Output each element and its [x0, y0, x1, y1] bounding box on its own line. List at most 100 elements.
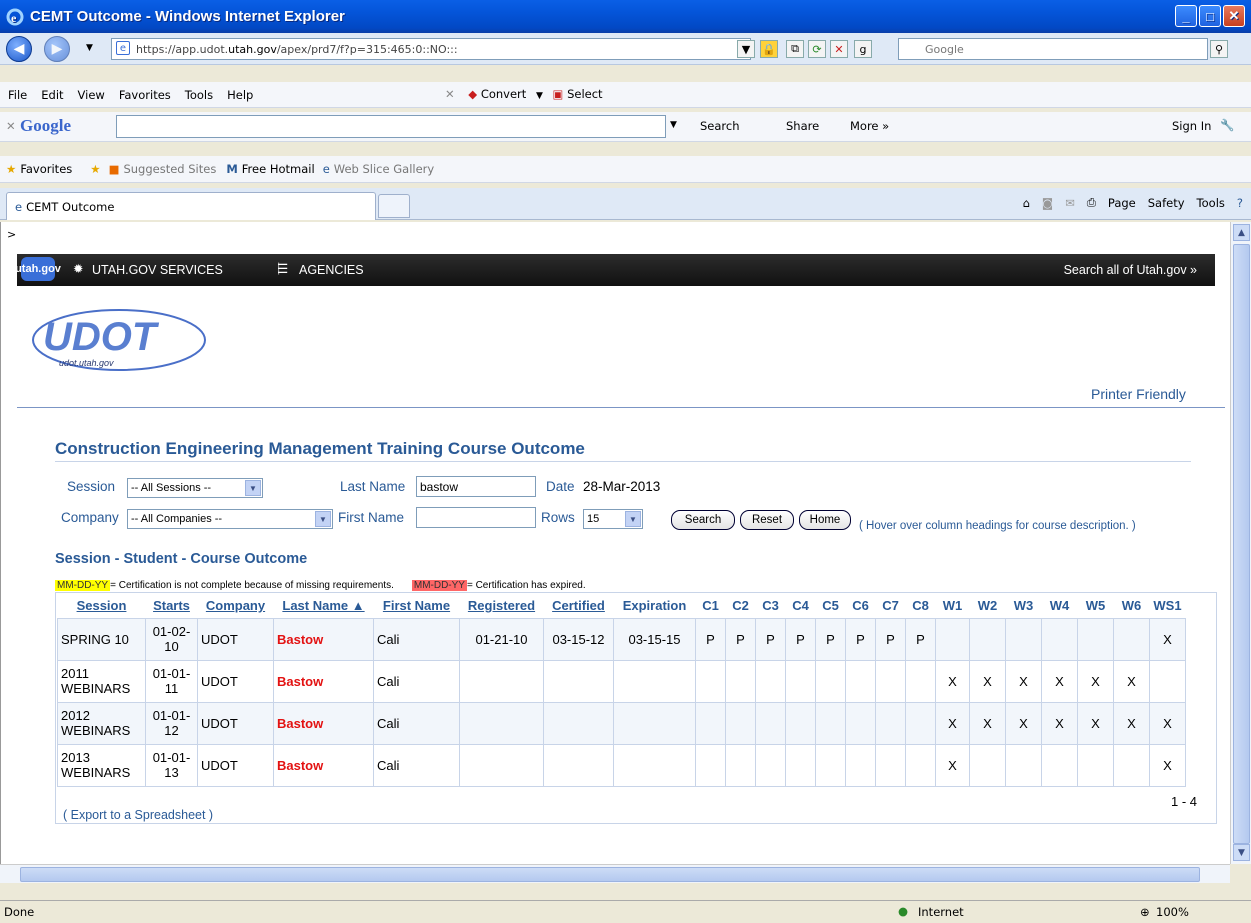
- rows-select[interactable]: 15 ▼: [583, 509, 643, 529]
- menu-tools[interactable]: Tools: [185, 88, 213, 102]
- compat-view-icon[interactable]: ⧉: [786, 40, 804, 58]
- menu-file[interactable]: File: [8, 88, 27, 102]
- legend-incomplete-swatch: MM-DD-YY: [55, 580, 111, 591]
- google-logo: Google: [20, 116, 71, 135]
- home-icon[interactable]: ⌂: [1023, 196, 1030, 210]
- page-menu[interactable]: Page: [1108, 196, 1136, 210]
- table-cell: [613, 701, 696, 745]
- table-cell: [875, 659, 906, 703]
- convert-button[interactable]: Convert: [481, 87, 526, 101]
- convert-dropdown-icon[interactable]: ▼: [536, 91, 543, 101]
- address-bar[interactable]: e https://app.udot. utah.gov/apex/prd7/f?…: [111, 38, 751, 60]
- col-starts[interactable]: Starts: [145, 594, 198, 618]
- scroll-up-icon[interactable]: ▲: [1233, 224, 1250, 241]
- more-button[interactable]: More »: [850, 119, 889, 133]
- utah-gov-logo[interactable]: utah.gov: [15, 257, 61, 281]
- address-dropdown-icon[interactable]: ▼: [737, 40, 755, 58]
- browser-window: e CEMT Outcome - Windows Internet Explor…: [0, 0, 1251, 923]
- select-button[interactable]: Select: [567, 87, 602, 101]
- back-button[interactable]: ◀: [6, 36, 32, 62]
- search-provider-icon[interactable]: g: [854, 40, 872, 58]
- scroll-down-icon[interactable]: ▼: [1233, 844, 1250, 861]
- sign-in-button[interactable]: Sign In: [1172, 119, 1211, 133]
- home-button[interactable]: Home: [799, 510, 851, 530]
- search-all-utah-link[interactable]: Search all of Utah.gov »: [1064, 263, 1197, 277]
- horizontal-scrollbar[interactable]: [0, 864, 1230, 883]
- status-text: Done: [4, 905, 35, 919]
- feeds-icon[interactable]: ◙: [1042, 196, 1053, 210]
- table-cell: P: [905, 617, 936, 661]
- printer-friendly-link[interactable]: Printer Friendly: [1091, 386, 1186, 402]
- col-c1: C1: [695, 594, 726, 618]
- session-select[interactable]: -- All Sessions -- ▼: [127, 478, 263, 498]
- mail-icon[interactable]: ✉: [1065, 196, 1075, 210]
- print-icon[interactable]: ⎙: [1087, 195, 1096, 210]
- horizontal-scroll-thumb[interactable]: [20, 867, 1200, 882]
- table-cell: Bastow: [273, 701, 374, 745]
- col-certified[interactable]: Certified: [543, 594, 614, 618]
- col-first-name[interactable]: First Name: [373, 594, 460, 618]
- first-name-input[interactable]: [416, 507, 536, 528]
- table-cell: [543, 701, 614, 745]
- last-name-input[interactable]: [416, 476, 536, 497]
- utah-gov-services-link[interactable]: UTAH.GOV SERVICES: [92, 263, 223, 277]
- new-tab-button[interactable]: [378, 194, 410, 218]
- help-icon[interactable]: ?: [1237, 196, 1243, 210]
- stop-icon[interactable]: ✕: [830, 40, 848, 58]
- browser-search-input[interactable]: Google: [898, 38, 1208, 60]
- refresh-icon[interactable]: ⟳: [808, 40, 826, 58]
- col-session[interactable]: Session: [57, 594, 146, 618]
- wrench-icon[interactable]: 🔧: [1220, 118, 1234, 132]
- safety-menu[interactable]: Safety: [1148, 196, 1185, 210]
- search-icon[interactable]: ⚲: [1210, 40, 1228, 58]
- menu-view[interactable]: View: [78, 88, 105, 102]
- favorites-button[interactable]: Favorites: [20, 162, 72, 176]
- google-search-button[interactable]: Search: [700, 119, 740, 133]
- security-zone: Internet: [918, 905, 964, 919]
- col-c5: C5: [815, 594, 846, 618]
- table-cell: [1077, 617, 1114, 661]
- search-button[interactable]: Search: [671, 510, 735, 530]
- history-dropdown-icon[interactable]: ▼: [86, 43, 93, 53]
- google-search-input[interactable]: [116, 115, 666, 138]
- minimize-button[interactable]: _: [1175, 5, 1197, 27]
- maximize-button[interactable]: □: [1199, 5, 1221, 27]
- menu-edit[interactable]: Edit: [41, 88, 63, 102]
- google-dropdown-icon[interactable]: ▼: [670, 120, 677, 130]
- table-cell: [1113, 617, 1150, 661]
- menu-favorites[interactable]: Favorites: [119, 88, 171, 102]
- menu-help[interactable]: Help: [227, 88, 253, 102]
- col-last-name[interactable]: Last Name ▲: [273, 594, 374, 618]
- col-expiration: Expiration: [613, 594, 696, 618]
- toolbar-close-icon[interactable]: ✕: [445, 87, 455, 101]
- reset-button[interactable]: Reset: [740, 510, 794, 530]
- address-row: ◀ ▶ ▼ e https://app.udot. utah.gov/apex/p…: [0, 33, 1251, 65]
- agencies-link[interactable]: AGENCIES: [299, 263, 364, 277]
- share-button[interactable]: Share: [786, 119, 819, 133]
- add-favorite-icon[interactable]: ★: [90, 162, 100, 176]
- vertical-scroll-thumb[interactable]: [1233, 244, 1250, 844]
- col-registered[interactable]: Registered: [459, 594, 544, 618]
- table-cell: [785, 743, 816, 787]
- col-ws1: WS1: [1149, 594, 1186, 618]
- zoom-level[interactable]: 100%: [1156, 905, 1189, 919]
- tab-cemt-outcome[interactable]: e CEMT Outcome: [6, 192, 376, 220]
- forward-button[interactable]: ▶: [44, 36, 70, 62]
- vertical-scrollbar[interactable]: ▲ ▼: [1230, 222, 1251, 864]
- export-spreadsheet-link[interactable]: ( Export to a Spreadsheet ): [63, 808, 213, 822]
- udot-logo[interactable]: UDOT udot.utah.gov: [29, 302, 209, 372]
- suggested-sites-link[interactable]: Suggested Sites: [123, 162, 216, 176]
- legend-incomplete-text: = Certification is not complete because …: [110, 580, 394, 591]
- table-cell: [543, 659, 614, 703]
- web-slice-gallery-link[interactable]: Web Slice Gallery: [334, 162, 434, 176]
- company-select[interactable]: -- All Companies -- ▼: [127, 509, 333, 529]
- hotmail-link[interactable]: Free Hotmail: [242, 162, 315, 176]
- tools-menu[interactable]: Tools: [1197, 196, 1225, 210]
- col-company[interactable]: Company: [197, 594, 274, 618]
- google-bar-close-icon[interactable]: ✕: [6, 119, 16, 133]
- close-button[interactable]: ✕: [1223, 5, 1245, 27]
- table-cell: P: [725, 617, 756, 661]
- legend-expired-swatch: MM-DD-YY: [411, 580, 467, 591]
- table-cell: X: [1041, 659, 1078, 703]
- lock-icon[interactable]: 🔒: [760, 40, 778, 58]
